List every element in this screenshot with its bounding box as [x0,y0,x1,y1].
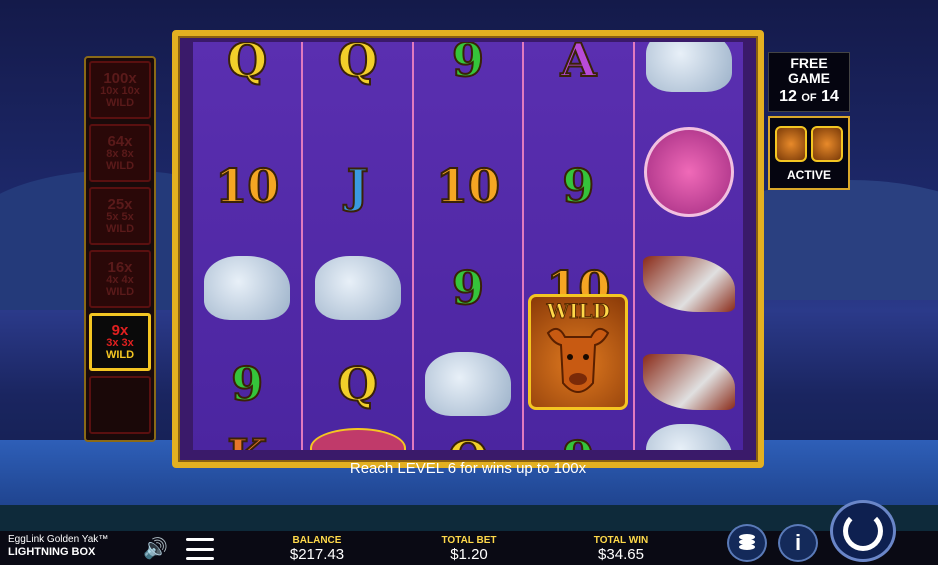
symbol-9: 9 [230,356,264,412]
ladder-mult: 9x [111,321,129,339]
ladder-mult: 25x [107,195,133,213]
ladder-mult: 64x [107,132,133,150]
symbol-k: K [226,428,268,450]
ladder-level-25x: 25x 5x 5x WILD [89,187,151,245]
symbol-10: 10 [435,158,501,214]
reel-grid: Q 10 9 K Q J Q 9 10 9 Q A 9 10 WILD 9 [193,42,743,450]
symbol-9: 9 [451,260,485,316]
coins-bet-button[interactable] [727,524,767,562]
snow-leopard-icon [645,424,732,450]
coins-icon [739,534,755,550]
speaker-icon[interactable]: 🔊 [143,538,169,560]
wild-label: WILD [546,299,610,324]
total-bet-display: TOTAL BET $1.20 [414,535,524,563]
active-feature-box: ACTIVE [768,116,850,190]
reel-2: Q J Q [303,42,412,450]
level-banner: Reach LEVEL 6 for wins up to 100x [349,460,587,477]
symbol-q: Q [337,42,379,88]
symbol-q: Q [226,42,268,88]
ladder-level-64x: 64x 8x 8x WILD [89,124,151,182]
spin-icon [843,511,883,551]
multiplier-ladder: 100x 10x 10x WILD 64x 8x 8x WILD 25x 5x … [84,56,156,442]
symbol-j: J [346,158,370,214]
ladder-mult: 100x [103,69,137,87]
golden-yak-icon [775,126,807,162]
moose-icon [643,127,734,217]
total-bet-label: TOTAL BET [441,535,497,546]
free-game-total: 14 [821,88,839,105]
balance-value: $217.43 [289,546,345,563]
symbol-10: 10 [214,158,280,214]
wild-yak-symbol: WILD [528,294,629,410]
snow-leopard-icon [314,256,401,320]
brand-block: EggLink Golden Yak™ LIGHTNING BOX [8,534,108,558]
info-button[interactable]: i [778,524,818,562]
temple-icon [309,428,406,450]
total-win-label: TOTAL WIN [593,535,649,546]
reel-4: A 9 10 WILD 9 [524,42,633,450]
symbol-q: Q [447,430,489,450]
total-win-display: TOTAL WIN $34.65 [566,535,676,563]
snow-leopard-icon [645,42,732,92]
ladder-level-empty [89,376,151,434]
info-icon: i [794,530,802,555]
symbol-9: 9 [561,430,595,450]
symbol-a: A [560,42,598,88]
provider-logo: LIGHTNING BOX [8,546,96,558]
balance-label: BALANCE [292,535,342,546]
yak-head-icon [547,327,610,393]
spin-button[interactable] [830,500,896,562]
free-game-of: OF [801,92,817,104]
ladder-level-16x: 16x 4x 4x WILD [89,250,151,308]
free-game-current: 12 [779,88,797,105]
ladder-wild: WILD [105,159,135,172]
symbol-9: 9 [561,158,595,214]
free-game-title-2: GAME [788,70,830,86]
ladder-level-9x-active: 9x 3x 3x WILD [89,313,151,371]
ladder-wild: WILD [105,96,135,109]
menu-icon[interactable] [186,538,214,560]
total-win-value: $34.65 [598,546,644,563]
symbol-9: 9 [451,42,485,88]
eagle-icon [642,354,735,410]
golden-yak-icon [811,126,843,162]
balance-display: BALANCE $217.43 [262,535,372,563]
active-status: ACTIVE [786,168,831,182]
ladder-mult: 16x [107,258,133,276]
reel-3: 9 10 9 Q [413,42,523,450]
ladder-wild: WILD [105,222,135,235]
game-title: EggLink Golden Yak™ [8,534,109,545]
reel-5 [634,42,743,450]
free-game-counter: FREE GAME 12 OF 14 [768,52,850,112]
snow-leopard-icon [204,256,291,320]
ladder-wild: WILD [105,285,135,298]
eagle-icon [642,256,735,312]
ladder-wild: WILD [105,348,135,361]
total-bet-value: $1.20 [450,546,488,563]
free-game-title-1: FREE [790,55,828,71]
snow-leopard-icon [425,352,512,416]
ladder-level-100x: 100x 10x 10x WILD [89,61,151,119]
reel-1: Q 10 9 K [193,42,302,450]
